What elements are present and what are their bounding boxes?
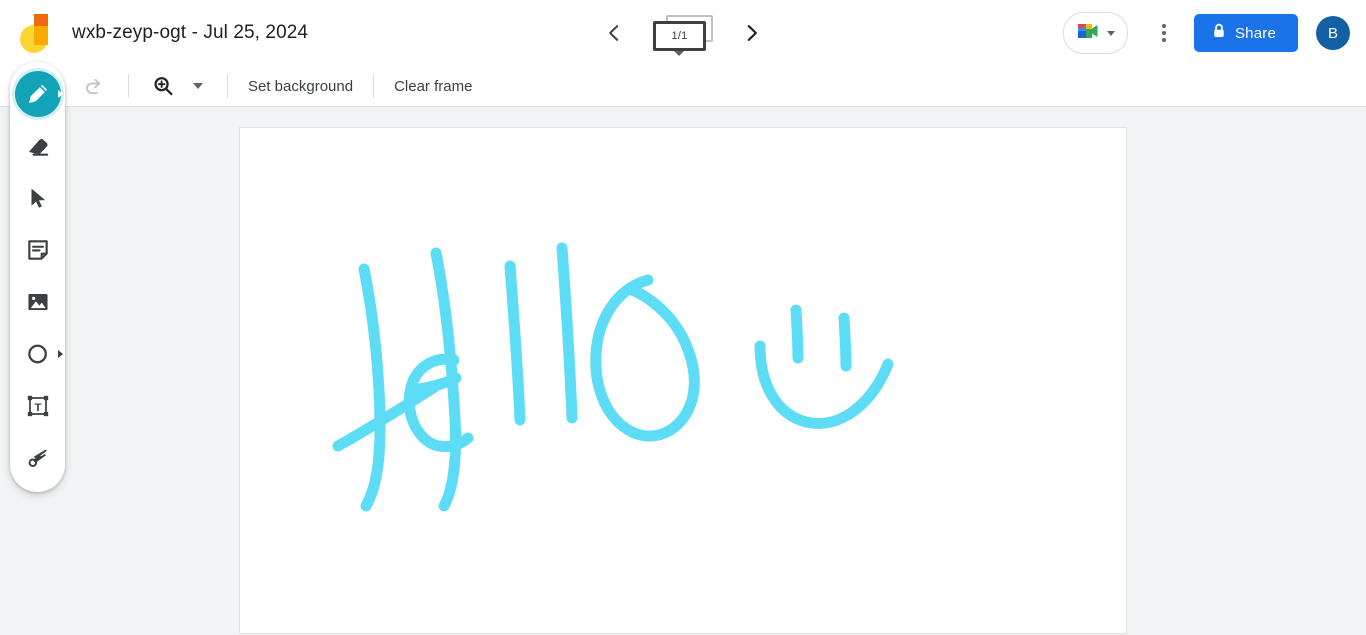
tool-eraser[interactable] bbox=[15, 123, 61, 169]
toolbar-divider bbox=[128, 74, 129, 98]
tool-pen[interactable] bbox=[14, 71, 63, 117]
avatar[interactable]: B bbox=[1316, 16, 1350, 50]
tool-laser-pointer[interactable] bbox=[15, 435, 61, 481]
next-frame-button[interactable] bbox=[735, 16, 769, 50]
caret-down-icon bbox=[674, 51, 684, 56]
frame-counter-button[interactable]: 1/1 bbox=[649, 10, 717, 56]
redo-button[interactable] bbox=[76, 68, 112, 104]
document-title[interactable]: wxb-zeyp-ogt - Jul 25, 2024 bbox=[72, 22, 308, 44]
set-background-button[interactable]: Set background bbox=[244, 72, 357, 101]
zoom-in-button[interactable] bbox=[145, 68, 181, 104]
canvas-drawing bbox=[332, 242, 894, 512]
more-options-button[interactable] bbox=[1146, 15, 1182, 51]
avatar-initial: B bbox=[1327, 24, 1338, 42]
edit-toolbar: Set background Clear frame bbox=[0, 66, 1366, 107]
tool-select[interactable] bbox=[15, 175, 61, 221]
clear-frame-button[interactable]: Clear frame bbox=[390, 72, 476, 101]
caret-down-icon bbox=[193, 83, 203, 89]
shape-submenu-arrow-icon bbox=[57, 350, 63, 358]
zoom-options-button[interactable] bbox=[185, 71, 211, 101]
header-right-group: Share B bbox=[1062, 0, 1350, 66]
frame-stack-front-icon: 1/1 bbox=[653, 21, 706, 51]
jam-canvas[interactable] bbox=[239, 127, 1127, 634]
google-meet-icon bbox=[1075, 20, 1101, 47]
previous-frame-button[interactable] bbox=[597, 16, 631, 50]
share-button[interactable]: Share bbox=[1193, 14, 1298, 52]
tool-sticky-note[interactable] bbox=[15, 227, 61, 273]
toolbar-divider bbox=[227, 74, 228, 98]
share-button-label: Share bbox=[1234, 24, 1276, 42]
app-header: wxb-zeyp-ogt - Jul 25, 2024 1/1 Share B bbox=[0, 0, 1366, 66]
jamboard-logo-icon bbox=[20, 11, 54, 55]
pen-submenu-arrow-icon bbox=[57, 90, 63, 98]
caret-down-icon bbox=[1106, 30, 1115, 36]
frame-counter-label: 1/1 bbox=[671, 30, 688, 42]
toolbar-divider bbox=[373, 74, 375, 98]
canvas-stage bbox=[0, 108, 1366, 634]
tool-shape[interactable] bbox=[15, 331, 63, 377]
tool-rail: T bbox=[10, 62, 65, 492]
svg-text:T: T bbox=[34, 402, 41, 414]
google-meet-button[interactable] bbox=[1062, 12, 1128, 54]
tool-image[interactable] bbox=[15, 279, 61, 325]
tool-text-box[interactable]: T bbox=[15, 383, 61, 429]
lock-icon bbox=[1212, 23, 1226, 43]
header-left-group: wxb-zeyp-ogt - Jul 25, 2024 bbox=[0, 11, 308, 55]
